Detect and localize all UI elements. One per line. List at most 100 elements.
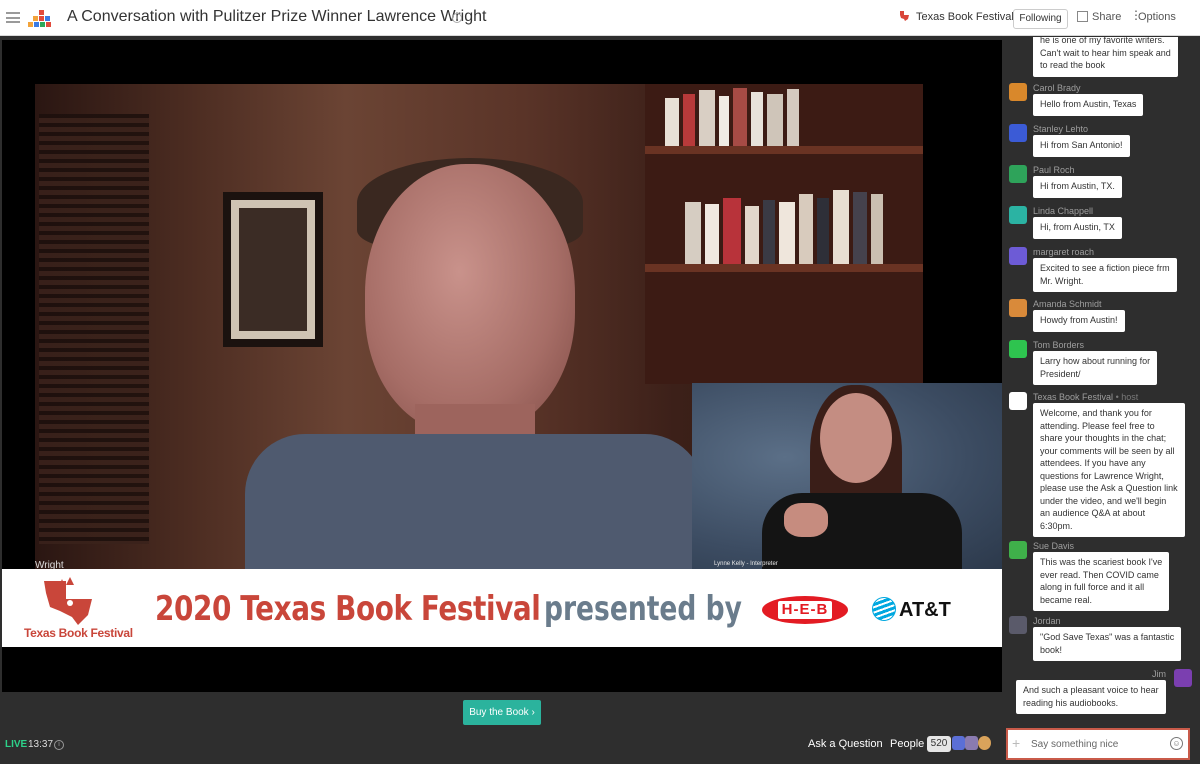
chat-message-bubble: Excited to see a fiction piece frm Mr. Wr…	[1033, 258, 1177, 292]
chat-message-line: attending. Please feel free to	[1040, 420, 1155, 431]
chat-message-line: "God Save Texas" was a fantastic	[1040, 632, 1175, 642]
chat-message-line: Excited to see a fiction piece frm	[1040, 263, 1170, 273]
ask-a-question-button[interactable]: Ask a Question	[808, 738, 883, 750]
chat-avatar[interactable]	[1009, 247, 1027, 265]
buy-the-book-button[interactable]: Buy the Book ›	[463, 700, 541, 725]
chat-input[interactable]	[1031, 736, 1166, 753]
chat-message-line: along in full force and it all	[1040, 582, 1145, 592]
chat-message-line: Can't wait to hear him speak and	[1040, 47, 1171, 58]
chat-message-line: And such a pleasant voice to hear	[1023, 685, 1159, 695]
plus-icon[interactable]: +	[1012, 735, 1020, 751]
chat-author[interactable]: Linda Chappell	[1033, 206, 1093, 216]
speaker-shirt	[245, 434, 705, 569]
interpreter-caption: Lynne Kelly - Interpreter	[714, 561, 778, 567]
interpreter-face	[820, 393, 892, 483]
chat-avatar[interactable]	[1009, 124, 1027, 142]
chat-message-line: your comments will be seen by all	[1040, 445, 1175, 456]
chat-message-bubble: And such a pleasant voice to hear reading…	[1016, 680, 1166, 714]
chat-avatar[interactable]	[1009, 165, 1027, 183]
chat-message-line: 6:30pm.	[1040, 520, 1073, 531]
chat-message-line: reading his audiobooks.	[1023, 697, 1119, 708]
window-shutter	[39, 114, 149, 544]
people-button[interactable]: People	[890, 738, 924, 750]
chat-author-name: Jim	[1152, 669, 1166, 679]
banner-logo-name: Texas Book Festival	[24, 626, 133, 640]
chat-message-line: please use the Ask a Question link	[1040, 483, 1178, 493]
attendee-avatar	[952, 736, 965, 750]
chat-author-name: Paul Roch	[1033, 165, 1075, 175]
live-timer: 13:37	[28, 739, 54, 750]
chat-message-line: Hello from Austin, Texas	[1040, 99, 1137, 109]
chat-author[interactable]: Carol Brady	[1033, 83, 1081, 93]
chat-avatar[interactable]	[1009, 83, 1027, 101]
options-button[interactable]: ⋮Options	[1130, 8, 1176, 23]
chat-message-line: under the video, and we'll begin	[1040, 495, 1167, 506]
chat-message-bubble: Welcome, and thank you for attending. Ple…	[1033, 403, 1185, 537]
organizer-name: Texas Book Festival	[916, 11, 1014, 23]
chat-author[interactable]: Tom Borders	[1033, 340, 1084, 350]
chat-avatar[interactable]	[1009, 541, 1027, 559]
chat-author[interactable]: Jim	[1152, 669, 1166, 679]
banner-title: 2020 Texas Book Festival	[155, 589, 541, 629]
chat-panel[interactable]: he is one of my favorite writers. Can't w…	[1003, 37, 1200, 727]
chat-author-name: Linda Chappell	[1033, 206, 1094, 216]
event-title: A Conversation with Pulitzer Prize Winne…	[67, 8, 487, 25]
options-label: Options	[1138, 11, 1176, 23]
chat-author-name: Amanda Schmidt	[1033, 299, 1102, 309]
chat-avatar[interactable]	[1009, 340, 1027, 358]
attendee-avatar	[978, 736, 991, 750]
following-button[interactable]: Following	[1013, 9, 1068, 29]
chat-message-bubble: Hi, from Austin, TX	[1033, 217, 1122, 239]
chat-author[interactable]: Texas Book Festival • host	[1033, 392, 1138, 402]
chat-message-bubble: This was the scariest book I've ever read…	[1033, 552, 1170, 611]
chat-message-bubble: he is one of my favorite writers. Can't w…	[1033, 37, 1178, 77]
chat-message-bubble: Hi from San Antonio!	[1033, 135, 1130, 157]
info-icon[interactable]: i	[452, 13, 462, 23]
chat-message-bubble: Larry how about running for President/	[1033, 351, 1158, 385]
top-bar: A Conversation with Pulitzer Prize Winne…	[0, 0, 1200, 36]
chat-message-bubble: Hello from Austin, Texas	[1033, 94, 1144, 116]
people-count-badge: 520	[927, 736, 951, 752]
attendee-avatar	[965, 736, 978, 750]
chat-author[interactable]: Sue Davis	[1033, 541, 1074, 551]
chat-message-line: an audience Q&A at about	[1040, 508, 1146, 518]
chat-author-name: margaret roach	[1033, 247, 1095, 257]
share-button[interactable]: Share	[1077, 11, 1121, 23]
chat-message-line: ever read. Then COVID came	[1040, 569, 1159, 580]
chat-author[interactable]: Jordan	[1033, 616, 1061, 626]
emoji-icon[interactable]: ☺	[1170, 737, 1183, 750]
chat-message-line: This was the scariest book I've	[1040, 557, 1163, 567]
chat-author[interactable]: Stanley Lehto	[1033, 124, 1088, 134]
chat-avatar[interactable]	[1009, 616, 1027, 634]
more-vertical-icon: ⋮	[1130, 8, 1142, 22]
chat-avatar[interactable]	[1174, 669, 1192, 687]
chat-message-bubble: Hi from Austin, TX.	[1033, 176, 1122, 198]
chat-message-line: Mr. Wright.	[1040, 275, 1084, 286]
chat-message-line: Hi from San Antonio!	[1040, 140, 1123, 150]
chat-avatar[interactable]	[1009, 206, 1027, 224]
organizer-link[interactable]: Texas Book Festival	[898, 10, 1014, 23]
chat-avatar[interactable]	[1009, 392, 1027, 410]
chat-author[interactable]: margaret roach	[1033, 247, 1094, 257]
chat-message-line: President/	[1040, 368, 1081, 379]
video-stage[interactable]: Wright Lynne Kelly - Interpreter Texas B…	[2, 40, 1002, 692]
chat-avatar[interactable]	[1009, 299, 1027, 317]
chat-author[interactable]: Amanda Schmidt	[1033, 299, 1102, 309]
chat-message-bubble: Howdy from Austin!	[1033, 310, 1125, 332]
chat-message-line: Welcome, and thank you for	[1040, 408, 1152, 418]
chat-input-box[interactable]: + ☺	[1006, 728, 1190, 760]
chat-author-name: Texas Book Festival	[1033, 392, 1114, 402]
menu-icon[interactable]	[6, 12, 20, 23]
chat-author[interactable]: Paul Roch	[1033, 165, 1075, 175]
app-logo[interactable]	[28, 10, 54, 28]
chat-author-name: Stanley Lehto	[1033, 124, 1089, 134]
wall-picture	[223, 192, 323, 347]
att-logo: AT&T	[872, 597, 951, 622]
chat-author-name: Carol Brady	[1033, 83, 1081, 93]
chat-message-line: share your thoughts in the chat;	[1040, 433, 1167, 443]
att-logo-text: AT&T	[899, 599, 951, 621]
chat-message-line: became real.	[1040, 594, 1093, 605]
live-info-icon[interactable]: i	[54, 740, 64, 750]
chat-message-line: attendees. If you have any	[1040, 458, 1146, 468]
bookshelf	[645, 84, 923, 384]
